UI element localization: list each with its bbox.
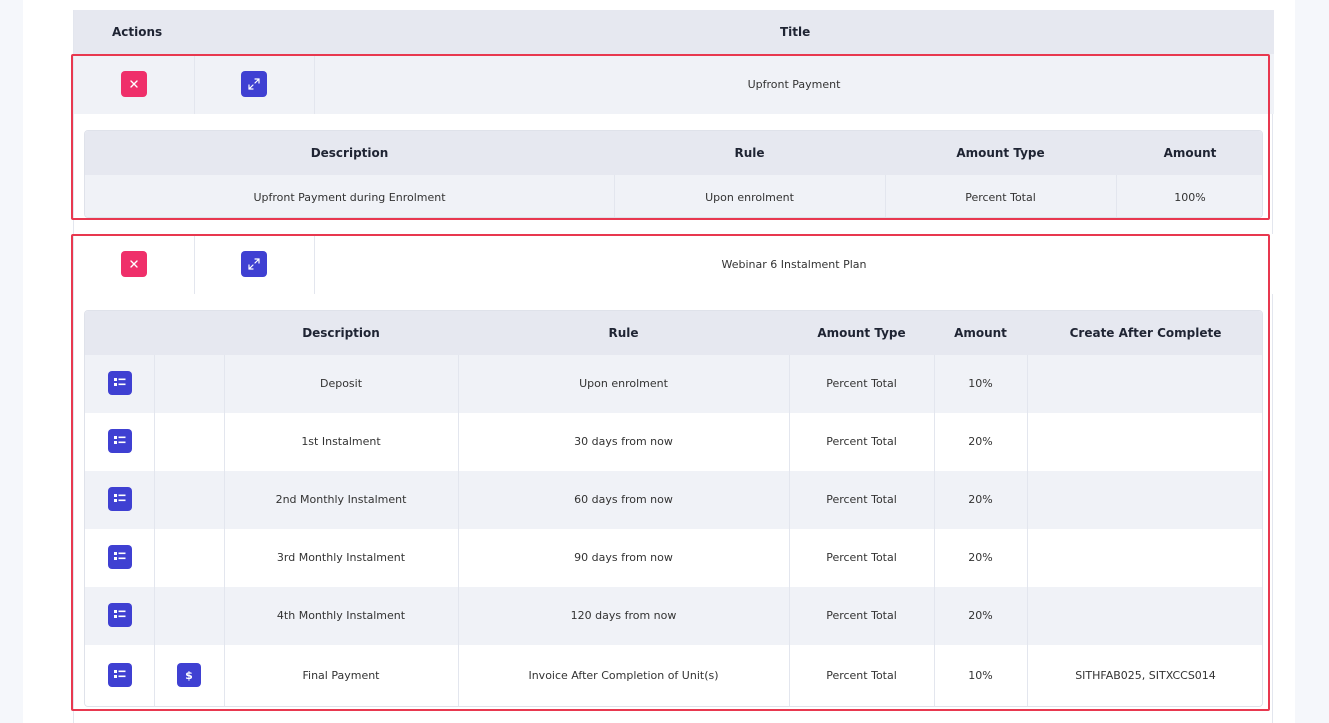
cell-amount-type: Percent Total [826, 669, 897, 682]
cell-description: Upfront Payment during Enrolment [253, 191, 446, 204]
table-row: 3rd Monthly Instalment 90 days from now … [85, 529, 1262, 587]
cell-rule: 30 days from now [574, 435, 673, 448]
table-row: 2nd Monthly Instalment 60 days from now … [85, 471, 1262, 529]
cell-amount-type: Percent Total [826, 551, 897, 564]
installment-details-button[interactable] [108, 487, 132, 511]
plan-webinar-instalment: Webinar 6 Instalment Plan Description Ru… [74, 234, 1274, 714]
cell-amount-type: Percent Total [826, 377, 897, 390]
divider [1027, 355, 1028, 706]
col-create-after-complete: Create After Complete [1069, 326, 1222, 340]
cell-description: 3rd Monthly Instalment [276, 551, 406, 564]
delete-plan-button[interactable] [121, 71, 147, 97]
list-icon [114, 552, 126, 560]
cell-amount: 100% [1174, 191, 1206, 204]
payment-plans-table: Actions Title Upfront Payment Descriptio… [73, 10, 1274, 723]
installments-header: Description Rule Amount Type Amount [85, 131, 1262, 175]
cell-amount: 10% [968, 377, 993, 390]
plan-upfront-payment: Upfront Payment Description Rule Amount … [74, 54, 1274, 224]
plan-row: Upfront Payment [74, 54, 1274, 114]
cell-amount: 10% [968, 669, 993, 682]
installment-details-button[interactable] [108, 603, 132, 627]
table-row: $ Final Payment Invoice After Completion… [85, 645, 1262, 706]
list-icon [114, 494, 126, 502]
cell-amount: 20% [968, 435, 993, 448]
cell-rule: 60 days from now [574, 493, 673, 506]
installment-details-button[interactable] [108, 545, 132, 569]
divider [194, 54, 195, 114]
cell-amount-type: Percent Total [965, 191, 1036, 204]
plan-installments-table: Description Rule Amount Type Amount Crea… [84, 310, 1263, 707]
title-header: Title [780, 25, 811, 39]
dollar-icon: $ [185, 668, 193, 682]
expand-icon [248, 78, 260, 90]
divider [934, 355, 935, 706]
installment-details-button[interactable] [108, 371, 132, 395]
cell-description: 2nd Monthly Instalment [275, 493, 407, 506]
table-header: Actions Title [74, 10, 1274, 54]
table-row: 1st Instalment 30 days from now Percent … [85, 413, 1262, 471]
col-amount: Amount [954, 326, 1007, 340]
col-rule: Rule [608, 326, 639, 340]
col-description: Description [302, 326, 380, 340]
installment-details-button[interactable] [108, 429, 132, 453]
divider [194, 234, 195, 294]
expand-plan-button[interactable] [241, 71, 267, 97]
divider [458, 355, 459, 706]
cell-amount-type: Percent Total [826, 493, 897, 506]
plan-title: Upfront Payment [747, 78, 841, 91]
col-amount-type: Amount Type [956, 146, 1045, 160]
cell-amount-type: Percent Total [826, 435, 897, 448]
table-row: Upfront Payment during Enrolment Upon en… [85, 175, 1262, 217]
col-description: Description [310, 146, 389, 160]
installments-header: Description Rule Amount Type Amount Crea… [85, 311, 1262, 355]
cell-amount-type: Percent Total [826, 609, 897, 622]
list-icon [114, 670, 126, 678]
cell-rule: Upon enrolment [579, 377, 668, 390]
cell-rule: Upon enrolment [705, 191, 794, 204]
close-icon [130, 260, 138, 268]
cell-description: 1st Instalment [301, 435, 381, 448]
divider [789, 355, 790, 706]
cell-description: 4th Monthly Instalment [276, 609, 406, 622]
plan-title: Webinar 6 Instalment Plan [721, 258, 867, 271]
cell-rule: 90 days from now [574, 551, 673, 564]
cell-rule: Invoice After Completion of Unit(s) [528, 669, 719, 682]
divider [154, 355, 155, 706]
cell-amount: 20% [968, 551, 993, 564]
expand-plan-button[interactable] [241, 251, 267, 277]
plan-installments-table: Description Rule Amount Type Amount Upfr… [84, 130, 1263, 218]
list-icon [114, 610, 126, 618]
divider [224, 355, 225, 706]
actions-header: Actions [112, 25, 163, 39]
col-rule: Rule [734, 146, 765, 160]
cell-create-after: SITHFAB025, SITXCCS014 [1075, 669, 1216, 682]
cell-amount: 20% [968, 493, 993, 506]
delete-plan-button[interactable] [121, 251, 147, 277]
cell-amount: 20% [968, 609, 993, 622]
close-icon [130, 80, 138, 88]
installment-details-button[interactable] [108, 663, 132, 687]
expand-icon [248, 258, 260, 270]
table-row: Deposit Upon enrolment Percent Total 10% [85, 355, 1262, 413]
col-amount-type: Amount Type [817, 326, 906, 340]
cell-description: Final Payment [302, 669, 380, 682]
cell-rule: 120 days from now [570, 609, 677, 622]
list-icon [114, 436, 126, 444]
list-icon [114, 378, 126, 386]
cell-description: Deposit [319, 377, 363, 390]
invoice-button[interactable]: $ [177, 663, 201, 687]
table-row: 4th Monthly Instalment 120 days from now… [85, 587, 1262, 645]
plan-row: Webinar 6 Instalment Plan [74, 234, 1274, 294]
col-amount: Amount [1163, 146, 1217, 160]
